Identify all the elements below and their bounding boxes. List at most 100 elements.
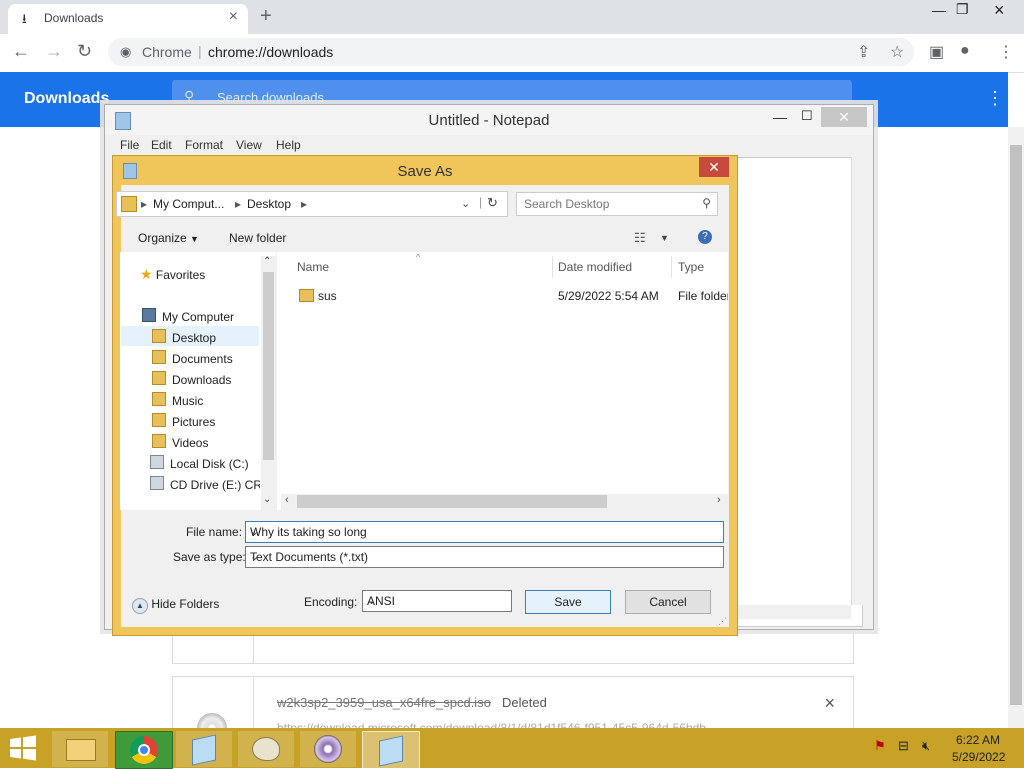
column-separator[interactable] [552,256,553,278]
omnibox[interactable]: ◉ Chrome | chrome://downloads [108,38,914,66]
cancel-button[interactable]: Cancel [625,590,711,614]
site-info-icon[interactable]: ◉ [120,44,131,60]
new-tab-button[interactable]: + [260,5,272,28]
address-bar[interactable]: ▸ My Comput... ▸ Desktop ▸ ⌄ | ↻ [116,191,508,217]
nav-favorites[interactable]: ★ Favorites [140,266,205,283]
nav-downloads[interactable]: Downloads [152,371,231,387]
omnibox-url[interactable]: chrome://downloads [208,44,333,60]
chrome-menu-icon[interactable]: ⋮ [998,42,1014,62]
nav-my-computer[interactable]: My Computer [142,308,234,324]
scroll-down-icon[interactable]: ⌄ [263,494,271,505]
taskbar-file-explorer[interactable] [52,731,108,767]
start-button[interactable] [6,733,40,766]
side-panel-icon[interactable]: ▣ [929,42,944,62]
folder-icon [299,289,314,302]
page-scrollbar-thumb[interactable] [1010,145,1022,705]
volume-muted-icon[interactable]: 🔇︎ [922,738,930,754]
column-separator[interactable] [671,256,672,278]
organize-button[interactable]: Organize ▼ [138,231,199,245]
view-dropdown-icon[interactable]: ▼ [660,233,669,243]
file-row[interactable]: sus 5/29/2022 5:54 AM File folder [296,284,728,306]
dropdown-arrow-icon[interactable]: ⌄ [250,525,719,538]
encoding-select[interactable]: ANSI ⌄ [362,590,512,612]
pictures-folder-icon [152,413,166,427]
dropdown-arrow-icon[interactable]: ⌄ [250,550,719,563]
menu-view[interactable]: View [236,138,262,152]
column-header-name[interactable]: Name [297,260,329,274]
nav-label: Downloads [172,373,232,387]
action-center-flag-icon[interactable]: ⚑ [874,738,886,754]
taskbar-chrome[interactable] [115,731,173,769]
save-type-select[interactable]: Text Documents (*.txt) ⌄ [245,546,724,568]
notepad-horizontal-scrollbar[interactable] [731,605,851,619]
taskbar-notepad[interactable] [176,731,232,767]
address-dropdown-icon[interactable]: ⌄ [461,197,470,210]
notepad-maximize-icon[interactable]: ☐ [801,108,813,124]
nav-pane-scrollbar-thumb[interactable] [263,272,274,460]
help-icon[interactable]: ? [698,230,712,244]
taskbar-paint[interactable] [238,731,294,767]
restore-icon[interactable]: ❐ [956,1,969,18]
dropdown-arrow-icon[interactable]: ⌄ [367,594,507,607]
notepad-close-icon[interactable]: ✕ [821,107,867,127]
breadcrumb-chevron-icon[interactable]: ▸ [141,197,147,211]
nav-pictures[interactable]: Pictures [152,413,215,429]
dialog-close-icon[interactable]: ✕ [699,157,729,177]
save-as-titlebar[interactable]: Save As [113,156,737,185]
forward-icon[interactable]: → [45,41,63,62]
file-list-scrollbar-thumb[interactable] [297,495,607,508]
nav-local-disk[interactable]: Local Disk (C:) [150,455,249,471]
notepad-titlebar[interactable]: Untitled - Notepad [105,105,873,135]
minimize-icon[interactable]: — [932,2,946,18]
file-name: sus [318,289,337,303]
nav-documents[interactable]: Documents [152,350,233,366]
close-window-icon[interactable]: × [994,0,1005,21]
nav-cd-drive[interactable]: CD Drive (E:) CR0 [150,476,260,492]
notepad-icon [379,735,403,767]
breadcrumb-my-computer[interactable]: My Comput... [153,197,224,211]
close-tab-icon[interactable]: × [229,8,238,26]
nav-videos[interactable]: Videos [152,434,208,450]
breadcrumb-chevron-icon[interactable]: ▸ [301,197,307,211]
nav-music[interactable]: Music [152,392,203,408]
profile-avatar-icon[interactable]: ● [960,42,970,60]
column-header-date-modified[interactable]: Date modified [558,260,632,274]
notepad-vertical-scrollbar[interactable] [851,157,866,605]
scroll-right-icon[interactable]: › [717,494,721,506]
menu-format[interactable]: Format [185,138,223,152]
taskbar-notepad-active[interactable] [362,731,420,769]
network-icon[interactable]: ⊟ [898,738,909,754]
nav-desktop[interactable]: Desktop [152,329,216,345]
scroll-left-icon[interactable]: ‹ [285,494,289,506]
bookmark-star-icon[interactable]: ☆ [890,42,904,62]
menu-file[interactable]: File [120,138,139,152]
organize-label: Organize [138,231,187,245]
resize-grip-icon[interactable]: ⋰ [718,616,727,627]
hard-drive-icon [150,455,164,469]
new-folder-button[interactable]: New folder [229,231,286,245]
menu-edit[interactable]: Edit [151,138,172,152]
scroll-up-icon[interactable]: ⌃ [263,256,271,267]
save-button[interactable]: Save [525,590,611,614]
download-filename[interactable]: w2k3sp2_3959_usa_x64fre_spcd.iso [277,695,491,710]
back-icon[interactable]: ← [12,41,30,62]
search-desktop-input[interactable]: Search Desktop ⚲ [516,192,718,216]
tab-downloads[interactable]: ⭳ Downloads × [8,4,248,34]
clock-date[interactable]: 5/29/2022 [952,750,1005,764]
share-icon[interactable]: ⇪ [857,42,870,62]
column-header-type[interactable]: Type [678,260,704,274]
remove-download-icon[interactable]: × [824,693,835,714]
breadcrumb-chevron-icon[interactable]: ▸ [235,197,241,211]
hide-folders-button[interactable]: ▲ Hide Folders [132,597,219,614]
search-placeholder: Search Desktop [524,197,610,211]
file-name-input[interactable]: Why its taking so long ⌄ [245,521,724,543]
downloads-menu-icon[interactable]: ⋮ [986,88,1004,109]
breadcrumb-desktop[interactable]: Desktop [247,197,291,211]
clock-time[interactable]: 6:22 AM [956,733,1000,747]
notepad-minimize-icon[interactable]: — [773,109,787,125]
reload-icon[interactable]: ↻ [77,41,92,62]
view-options-icon[interactable]: ☷ [634,230,646,246]
taskbar-media-player[interactable] [300,731,356,767]
menu-help[interactable]: Help [276,138,301,152]
refresh-icon[interactable]: ↻ [487,195,498,211]
